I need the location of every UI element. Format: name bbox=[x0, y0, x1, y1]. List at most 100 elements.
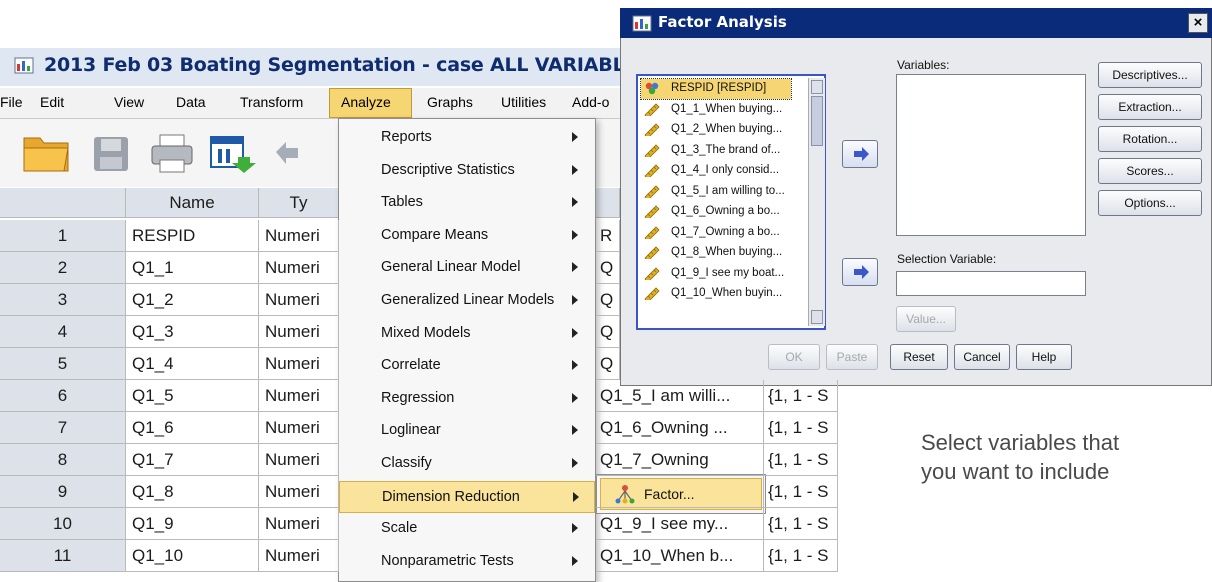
cell-label[interactable]: Q bbox=[596, 316, 620, 348]
dialog-button-help[interactable]: Help bbox=[1016, 344, 1072, 370]
cell-type[interactable]: Numeri bbox=[259, 412, 339, 444]
row-number[interactable]: 1 bbox=[0, 220, 126, 252]
menu-item-general-linear-model[interactable]: General Linear Model bbox=[339, 252, 595, 284]
variable-list-item[interactable]: Q1_8_When buying... bbox=[641, 243, 803, 263]
selection-variable-field[interactable] bbox=[896, 271, 1086, 296]
variable-list-item[interactable]: RESPID [RESPID] bbox=[640, 78, 792, 100]
menu-item-generalized-linear-models[interactable]: Generalized Linear Models bbox=[339, 285, 595, 317]
cell-name[interactable]: Q1_7 bbox=[126, 444, 259, 476]
cell-name[interactable]: Q1_4 bbox=[126, 348, 259, 380]
side-button-options[interactable]: Options... bbox=[1098, 190, 1202, 216]
menu-addons[interactable]: Add-o bbox=[572, 94, 609, 110]
cell-label[interactable]: Q1_6_Owning ... bbox=[596, 412, 764, 444]
cell-type[interactable]: Numeri bbox=[259, 380, 339, 412]
menu-data[interactable]: Data bbox=[176, 94, 206, 110]
cell-label[interactable]: Q bbox=[596, 284, 620, 316]
menu-view[interactable]: View bbox=[114, 94, 144, 110]
cell-type[interactable]: Numeri bbox=[259, 476, 339, 508]
value-button[interactable]: Value... bbox=[896, 306, 956, 332]
row-number[interactable]: 4 bbox=[0, 316, 126, 348]
cell-values[interactable]: {1, 1 - S bbox=[764, 540, 838, 572]
move-to-selection-button[interactable] bbox=[842, 258, 878, 286]
menu-edit[interactable]: Edit bbox=[40, 94, 64, 110]
cell-label[interactable]: Q bbox=[596, 348, 620, 380]
save-icon[interactable] bbox=[92, 135, 130, 173]
scroll-thumb[interactable] bbox=[811, 96, 823, 146]
menu-item-descriptive-statistics[interactable]: Descriptive Statistics bbox=[339, 155, 595, 187]
variable-list-item[interactable]: Q1_3_The brand of... bbox=[641, 141, 803, 161]
row-number[interactable]: 10 bbox=[0, 508, 126, 540]
menu-item-reports[interactable]: Reports bbox=[339, 122, 595, 154]
cell-name[interactable]: Q1_1 bbox=[126, 252, 259, 284]
cell-type[interactable]: Numeri bbox=[259, 540, 339, 572]
row-number[interactable]: 11 bbox=[0, 540, 126, 572]
variable-list-item[interactable]: Q1_7_Owning a bo... bbox=[641, 223, 803, 243]
cell-label[interactable]: Q1_5_I am willi... bbox=[596, 380, 764, 412]
cell-values[interactable]: {1, 1 - S bbox=[764, 508, 838, 540]
cell-values[interactable]: {1, 1 - S bbox=[764, 476, 838, 508]
side-button-rotation[interactable]: Rotation... bbox=[1098, 126, 1202, 152]
side-button-extraction[interactable]: Extraction... bbox=[1098, 94, 1202, 120]
dialog-close-button[interactable]: × bbox=[1188, 13, 1208, 33]
side-button-scores[interactable]: Scores... bbox=[1098, 158, 1202, 184]
cell-name[interactable]: Q1_8 bbox=[126, 476, 259, 508]
menu-utilities[interactable]: Utilities bbox=[501, 94, 546, 110]
cell-name[interactable]: Q1_5 bbox=[126, 380, 259, 412]
menu-item-loglinear[interactable]: Loglinear bbox=[339, 415, 595, 447]
cell-type[interactable]: Numeri bbox=[259, 252, 339, 284]
menu-item-tables[interactable]: Tables bbox=[339, 187, 595, 219]
cell-label[interactable]: Q1_9_I see my... bbox=[596, 508, 764, 540]
menu-item-compare-means[interactable]: Compare Means bbox=[339, 220, 595, 252]
menu-transform[interactable]: Transform bbox=[240, 94, 303, 110]
cell-type[interactable]: Numeri bbox=[259, 444, 339, 476]
menu-item-dimension-reduction[interactable]: Dimension Reduction bbox=[339, 481, 595, 513]
menu-item-correlate[interactable]: Correlate bbox=[339, 350, 595, 382]
cell-name[interactable]: Q1_2 bbox=[126, 284, 259, 316]
variable-list-item[interactable]: Q1_9_I see my boat... bbox=[641, 264, 803, 284]
menu-graphs[interactable]: Graphs bbox=[427, 94, 473, 110]
variable-list-item[interactable]: Q1_4_I only consid... bbox=[641, 161, 803, 181]
menu-item-nonparametric-tests[interactable]: Nonparametric Tests bbox=[339, 546, 595, 578]
scroll-up-button[interactable] bbox=[811, 80, 823, 94]
menu-item-mixed-models[interactable]: Mixed Models bbox=[339, 318, 595, 350]
cell-label[interactable]: R bbox=[596, 220, 620, 252]
variable-list-item[interactable]: Q1_6_Owning a bo... bbox=[641, 202, 803, 222]
row-number[interactable]: 2 bbox=[0, 252, 126, 284]
row-number[interactable]: 3 bbox=[0, 284, 126, 316]
menu-item-scale[interactable]: Scale bbox=[339, 513, 595, 545]
variables-target-list[interactable] bbox=[896, 74, 1086, 236]
menu-file[interactable]: File bbox=[0, 94, 23, 110]
open-folder-icon[interactable] bbox=[22, 130, 70, 174]
cell-label[interactable] bbox=[596, 476, 764, 508]
cell-name[interactable]: Q1_9 bbox=[126, 508, 259, 540]
menu-item-classify[interactable]: Classify bbox=[339, 448, 595, 480]
row-number[interactable]: 9 bbox=[0, 476, 126, 508]
cell-name[interactable]: Q1_3 bbox=[126, 316, 259, 348]
cell-type[interactable]: Numeri bbox=[259, 348, 339, 380]
undo-icon[interactable] bbox=[272, 138, 300, 170]
menu-item-regression[interactable]: Regression bbox=[339, 383, 595, 415]
dialog-button-reset[interactable]: Reset bbox=[890, 344, 948, 370]
dialog-button-paste[interactable]: Paste bbox=[826, 344, 878, 370]
cell-label[interactable]: Q1_7_Owning bbox=[596, 444, 764, 476]
cell-label[interactable]: Q1_10_When b... bbox=[596, 540, 764, 572]
menu-analyze[interactable]: Analyze bbox=[341, 94, 391, 110]
cell-values[interactable]: {1, 1 - S bbox=[764, 444, 838, 476]
cell-type[interactable]: Numeri bbox=[259, 316, 339, 348]
side-button-descriptives[interactable]: Descriptives... bbox=[1098, 62, 1202, 88]
row-number[interactable]: 8 bbox=[0, 444, 126, 476]
row-number[interactable]: 7 bbox=[0, 412, 126, 444]
print-icon[interactable] bbox=[150, 133, 194, 175]
cell-name[interactable]: Q1_6 bbox=[126, 412, 259, 444]
cell-type[interactable]: Numeri bbox=[259, 220, 339, 252]
move-to-variables-button[interactable] bbox=[842, 140, 878, 168]
dialog-button-ok[interactable]: OK bbox=[768, 344, 820, 370]
col-header-name[interactable]: Name bbox=[126, 188, 259, 218]
row-number[interactable]: 5 bbox=[0, 348, 126, 380]
variable-list-item[interactable]: Q1_5_I am willing to... bbox=[641, 182, 803, 202]
col-header-label[interactable] bbox=[596, 188, 620, 218]
dialog-button-cancel[interactable]: Cancel bbox=[954, 344, 1010, 370]
variable-list-item[interactable]: Q1_10_When buyin... bbox=[641, 284, 803, 304]
variable-list-item[interactable]: Q1_2_When buying... bbox=[641, 120, 803, 140]
cell-label[interactable]: Q bbox=[596, 252, 620, 284]
